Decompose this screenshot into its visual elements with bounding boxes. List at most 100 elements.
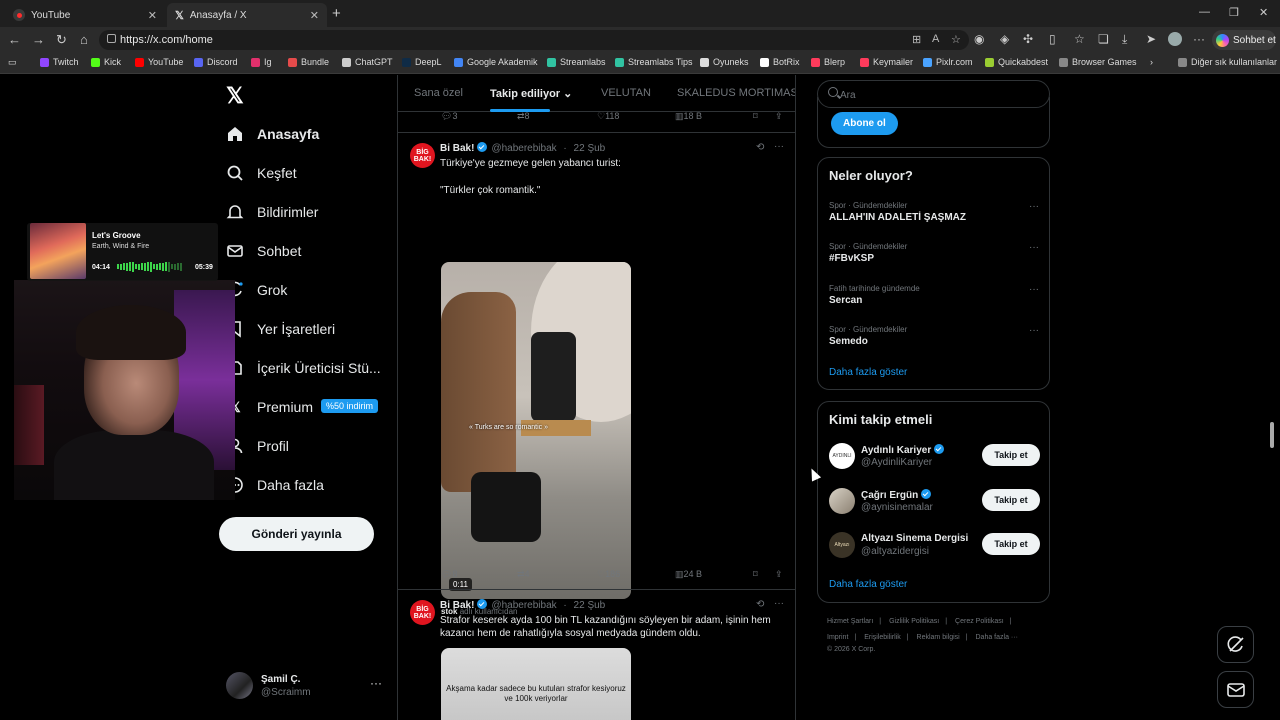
- close-tab-icon[interactable]: ✕: [310, 9, 319, 22]
- refresh-icon[interactable]: ↻: [56, 32, 67, 48]
- close-window-icon[interactable]: ✕: [1259, 6, 1268, 19]
- downloads-icon[interactable]: ⤓: [1122, 32, 1127, 47]
- nav-item-profile[interactable]: Profil: [226, 431, 289, 461]
- bookmark-streamlabs-tips[interactable]: Streamlabs Tips: [615, 57, 693, 67]
- account-switcher[interactable]: Şamil Ç. @Scraimm ···: [226, 672, 386, 702]
- trends-show-more-link[interactable]: Daha fazla göster: [829, 367, 907, 378]
- tab-following[interactable]: Takip ediliyor ⌄: [490, 87, 572, 100]
- bookmark-kick[interactable]: Kick: [91, 57, 121, 67]
- more-icon[interactable]: ···: [1029, 284, 1039, 295]
- bookmark-botrix[interactable]: BotRix: [760, 57, 800, 67]
- bookmark-google-akademik[interactable]: Google Akademik: [454, 57, 538, 67]
- bookmark-twitch[interactable]: Twitch: [40, 57, 79, 67]
- read-aloud-icon[interactable]: A: [932, 33, 939, 45]
- bookmark-streamlabs[interactable]: Streamlabs: [547, 57, 606, 67]
- tab-youtube[interactable]: YouTube ✕: [5, 3, 165, 27]
- nav-item-notifications[interactable]: Bildirimler: [226, 197, 318, 227]
- bookmark-discord[interactable]: Discord: [194, 57, 238, 67]
- bookmark-bundle[interactable]: Bundle: [288, 57, 329, 67]
- url-text[interactable]: https://x.com/home: [120, 34, 213, 46]
- follow-button[interactable]: Takip et: [982, 444, 1040, 466]
- tab-skaledus-mortimas[interactable]: SKALEDUS MORTIMAS: [677, 87, 795, 99]
- trend-item[interactable]: Fatih tarihinde gündemde Sercan ···: [829, 284, 1039, 314]
- bookmark-folder-browser-games[interactable]: Browser Games: [1059, 57, 1137, 67]
- reply-button[interactable]: 💬︎ 3: [441, 111, 457, 122]
- footer-link[interactable]: Erişilebilirlik: [864, 634, 901, 641]
- back-icon[interactable]: ←: [8, 32, 21, 47]
- messages-fab-button[interactable]: [1217, 671, 1254, 708]
- other-bookmarks-folder[interactable]: Diğer sık kullanılanlar: [1178, 57, 1277, 67]
- follow-suggestion[interactable]: AYDINLI Aydınlı Kariyer @AydinliKariyer …: [829, 443, 1041, 473]
- tweet[interactable]: BİG BAK! Bi Bak! @haberebibak · 22 Şub ⟲ …: [398, 133, 795, 616]
- minimize-icon[interactable]: —: [1199, 6, 1210, 18]
- follow-suggestion[interactable]: Altyazı Altyazı Sinema Dergisi @altyazid…: [829, 532, 1041, 562]
- nav-item-messages[interactable]: Sohbet: [226, 236, 301, 266]
- forward-icon[interactable]: →: [32, 32, 45, 47]
- extension-icon[interactable]: ◈: [1000, 32, 1009, 46]
- bookmark-pixlr[interactable]: Pixlr.com: [923, 57, 973, 67]
- avatar[interactable]: [829, 488, 855, 514]
- bookmark-quickabdest[interactable]: Quickabdest: [985, 57, 1048, 67]
- follow-button[interactable]: Takip et: [982, 533, 1040, 555]
- footer-link[interactable]: Imprint: [827, 634, 848, 641]
- footer-link[interactable]: Reklam bilgisi: [917, 634, 960, 641]
- avatar[interactable]: Altyazı: [829, 532, 855, 558]
- nav-item-home[interactable]: Anasayfa: [226, 119, 319, 149]
- bookmark-youtube[interactable]: YouTube: [135, 57, 183, 67]
- footer-link[interactable]: Daha fazla ···: [976, 634, 1018, 641]
- bookmark-chatgpt[interactable]: ChatGPT: [342, 57, 393, 67]
- grok-fab-button[interactable]: [1217, 626, 1254, 663]
- tweet-author[interactable]: Bi Bak! @haberebibak · 22 Şub: [440, 599, 605, 611]
- trend-item[interactable]: Spor · Gündemdekiler Semedo ···: [829, 325, 1039, 355]
- new-tab-icon[interactable]: +: [332, 5, 341, 22]
- footer-link[interactable]: Hizmet Şartları: [827, 618, 873, 625]
- split-screen-icon[interactable]: ▯: [1049, 32, 1056, 46]
- share-icon[interactable]: ➤: [1146, 32, 1156, 46]
- premium-discount-badge[interactable]: %50 indirim: [321, 399, 379, 413]
- maximize-icon[interactable]: ❐: [1229, 6, 1239, 19]
- share-button[interactable]: ⇪: [775, 111, 783, 122]
- copilot-button[interactable]: Sohbet et: [1212, 30, 1276, 50]
- avatar[interactable]: AYDINLI: [829, 443, 855, 469]
- footer-link[interactable]: Gizlilik Politikası: [889, 618, 939, 625]
- avatar[interactable]: BİG BAK!: [410, 143, 435, 168]
- home-icon[interactable]: ⌂: [80, 32, 88, 47]
- nav-item-grok[interactable]: Grok: [226, 275, 287, 305]
- collections-icon[interactable]: ❏: [1098, 32, 1109, 46]
- reading-list-icon[interactable]: ▭: [8, 57, 17, 68]
- repost-button[interactable]: ⇄ 4: [517, 569, 530, 580]
- more-options-icon[interactable]: ···: [1193, 32, 1205, 46]
- tab-x-home[interactable]: 𝕏 Anasayfa / X ✕: [167, 3, 327, 27]
- favorite-star-icon[interactable]: ☆: [951, 33, 961, 46]
- bookmark-oyuneks[interactable]: Oyuneks: [700, 57, 749, 67]
- nav-item-more[interactable]: Daha fazla: [226, 470, 324, 500]
- trend-item[interactable]: Spor · Gündemdekiler ALLAH'IN ADALETİ ŞA…: [829, 201, 1039, 231]
- post-button[interactable]: Gönderi yayınla: [219, 517, 374, 551]
- x-logo-icon[interactable]: 𝕏: [226, 83, 244, 109]
- share-button[interactable]: ⇪: [775, 569, 783, 580]
- extensions-puzzle-icon[interactable]: ✣: [1023, 32, 1033, 46]
- tweet-video[interactable]: « Turks are so romantic » 0:11: [441, 262, 631, 599]
- like-button[interactable]: ♡ 186: [597, 569, 620, 580]
- tab-velutan[interactable]: VELUTAN: [601, 87, 651, 99]
- nav-item-creator-studio[interactable]: İçerik Üreticisi Stü...: [226, 353, 381, 383]
- page-scrollbar[interactable]: [1270, 422, 1274, 448]
- app-available-icon[interactable]: ⊞: [912, 33, 921, 46]
- bookmark-button[interactable]: ⌑: [753, 111, 758, 122]
- nav-item-bookmarks[interactable]: Yer İşaretleri: [226, 314, 335, 344]
- views-button[interactable]: ▥ 18 B: [675, 111, 702, 122]
- grok-icon[interactable]: ⟲: [756, 599, 764, 610]
- nav-item-premium[interactable]: 𝕏 Premium: [226, 392, 313, 422]
- address-bar[interactable]: https://x.com/home ⊞ A ☆: [99, 30, 969, 50]
- bookmark-deepl[interactable]: DeepL: [402, 57, 442, 67]
- follow-suggestion[interactable]: Çağrı Ergün @aynisinemalar Takip et: [829, 488, 1041, 518]
- bookmark-button[interactable]: ⌑: [753, 569, 758, 580]
- browser-profile-avatar[interactable]: [1168, 32, 1182, 46]
- nav-item-explore[interactable]: Keşfet: [226, 158, 297, 188]
- more-icon[interactable]: ···: [1029, 325, 1039, 336]
- tweet-author[interactable]: Bi Bak! @haberebibak · 22 Şub: [440, 142, 605, 154]
- more-icon[interactable]: ···: [774, 141, 784, 152]
- avatar[interactable]: BİG BAK!: [410, 600, 435, 625]
- favorites-icon[interactable]: ☆: [1074, 32, 1085, 46]
- who-to-follow-show-more-link[interactable]: Daha fazla göster: [829, 579, 907, 590]
